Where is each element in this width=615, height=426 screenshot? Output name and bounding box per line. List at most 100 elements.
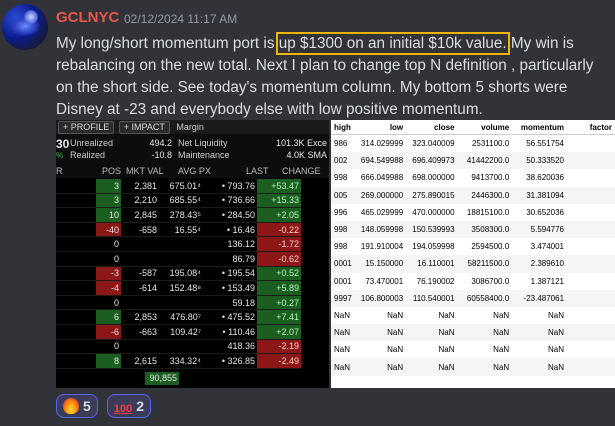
username[interactable]: GCLNYC (56, 9, 119, 26)
position-symbol-cell (56, 280, 96, 296)
dataframe-cell-volume: NaN (457, 358, 513, 376)
dataframe-row: NaN NaN NaN NaN NaN (331, 307, 615, 324)
position-last-cell: 86.79 (203, 251, 257, 267)
dataframe-cell-close: NaN (438, 345, 455, 355)
col-header-change: CHANGE (282, 166, 321, 176)
dataframe-cell-low: 314.029999 (360, 139, 404, 149)
position-avg-px-cell (159, 236, 203, 252)
position-row: 0 136.12 -1.72 (56, 236, 301, 252)
dataframe-row: 005 269.000000 275.890015 2446300.0 31.38109… (331, 186, 615, 204)
dataframe-cell-high: 0001 (331, 255, 355, 273)
dataframe-cell-momentum: 38.620036 (526, 173, 565, 183)
position-change-cell: +2.05 (257, 207, 301, 223)
reaction-hundred[interactable]: 100 2 (106, 394, 152, 418)
position-change-cell: +0.52 (257, 266, 301, 282)
position-avg-px-cell: 334.32⁴ (159, 353, 203, 369)
dataframe-cell-low: 666.049988 (360, 173, 404, 183)
dataframe-cell-low: 106.800003 (354, 289, 407, 307)
unrealized-value: 494.2 (149, 138, 172, 148)
position-last-cell: 136.12 (203, 236, 257, 252)
maintenance-label: Maintenance (178, 150, 230, 160)
dataframe-row: 0001 73.470001 76.190002 3086700.0 1.387121 (331, 273, 615, 290)
dataframe-cell-factor (567, 341, 615, 358)
hundred-points-icon: 100 (113, 403, 133, 416)
position-symbol-cell (56, 236, 96, 252)
dataframe-cell-high: NaN (331, 324, 355, 342)
position-last-cell: • 16.46 (203, 222, 257, 238)
df-header-volume: volume (457, 120, 513, 135)
realized-label: Realized (70, 150, 106, 160)
position-qty-cell: 3 (96, 193, 121, 209)
dataframe-cell-volume: 58211500.0 (457, 255, 513, 273)
dataframe-cell-high: 998 (334, 173, 348, 183)
position-avg-px-cell (159, 339, 203, 355)
dataframe-row: 996 465.029999 470.000000 18815100.0 30.6520… (331, 204, 615, 221)
position-avg-px-cell (159, 251, 203, 267)
dataframe-cell-momentum: -23.487061 (512, 289, 568, 307)
dataframe-row: NaN NaN NaN NaN NaN (331, 358, 615, 376)
position-qty-cell: -3 (96, 266, 121, 282)
dataframe-cell-factor (567, 255, 615, 273)
dataframe-cell-factor (567, 135, 615, 153)
position-avg-px-cell: 109.42⁷ (159, 324, 203, 340)
position-row: -40 -658 16.55⁴ • 16.46 -0.22 (56, 222, 301, 238)
position-symbol-cell (56, 179, 96, 194)
hundred-count: 2 (136, 398, 145, 414)
position-symbol-cell (56, 324, 96, 340)
position-qty-cell: -40 (96, 222, 121, 238)
dataframe-cell-volume: 2531100.0 (471, 139, 510, 149)
position-mkt-val-cell: 2,210 (121, 193, 159, 209)
position-symbol-cell (56, 266, 96, 282)
broker-positions-image[interactable]: + PROFILE + IMPACT Margin 30 % Unrealize… (56, 120, 329, 388)
position-change-cell: +0.27 (257, 295, 301, 311)
dataframe-cell-close: 275.890015 (406, 186, 458, 204)
dataframe-cell-volume: 9413700.0 (471, 173, 510, 183)
dataframe-cell-momentum: 5.594776 (512, 220, 568, 239)
dataframe-row: 002 694.549988 696.409973 41442200.0 50.3335… (331, 152, 615, 170)
dataframe-cell-factor (567, 273, 615, 290)
col-header-r: R (56, 166, 63, 176)
dataframe-cell-high: 998 (334, 242, 348, 252)
user-avatar[interactable] (2, 4, 48, 50)
dataframe-cell-factor (567, 169, 615, 186)
dataframe-cell-close: 194.059998 (412, 242, 455, 252)
position-last-cell: • 284.50 (203, 207, 257, 223)
position-row: 10 2,845 278.43⁵ • 284.50 +2.05 (56, 207, 301, 223)
position-symbol-cell (56, 339, 96, 355)
position-avg-px-cell: 476.80⁷ (159, 309, 203, 325)
momentum-dataframe: high low close volume momentum factor 98… (331, 120, 615, 376)
dataframe-cell-momentum: 30.652036 (526, 207, 565, 217)
positions-table: 3 2,381 675.01⁴ • 793.76 +53.47 3 2,210 685.55⁴… (56, 179, 301, 369)
dataframe-cell-high: 998 (331, 220, 355, 239)
dataframe-row: 998 148.059998 150.539993 3508300.0 5.594776 (331, 220, 615, 239)
message-timestamp[interactable]: 02/12/2024 11:17 AM (124, 12, 237, 26)
reaction-fire[interactable]: 5 (56, 394, 98, 418)
dataframe-cell-high: 996 (334, 207, 348, 217)
position-symbol-cell (56, 251, 96, 267)
position-last-cell: • 475.52 (203, 309, 257, 325)
position-qty-cell: -4 (96, 280, 121, 296)
position-row: 0 86.79 -0.62 (56, 251, 301, 267)
dataframe-cell-low: 15.150000 (354, 255, 407, 273)
dataframe-header-row: high low close volume momentum factor (331, 120, 615, 135)
unrealized-label: Unrealized (70, 138, 114, 148)
dataframe-cell-low: 148.059998 (354, 220, 407, 239)
dataframe-cell-close: 323.040009 (412, 139, 455, 149)
position-row: 8 2,615 334.32⁴ • 326.85 -2.49 (56, 353, 301, 369)
margin-tab: Margin (176, 122, 204, 132)
df-header-close: close (406, 120, 458, 135)
dataframe-cell-low: NaN (387, 345, 404, 355)
position-symbol-cell (56, 193, 96, 209)
position-qty-cell: 6 (96, 309, 121, 325)
dataframe-cell-momentum: 31.381094 (512, 186, 568, 204)
dataframe-cell-factor (567, 358, 615, 376)
position-mkt-val-cell: 2,845 (121, 207, 159, 223)
dataframe-row: 9997 106.800003 110.540001 60558400.0 -23.48… (331, 289, 615, 307)
dataframe-cell-factor (567, 238, 615, 255)
momentum-dataframe-image[interactable]: high low close volume momentum factor 98… (331, 120, 615, 388)
message-text: My long/short momentum port is up $1300 … (56, 32, 604, 121)
dataframe-cell-close: 150.539993 (406, 220, 458, 239)
position-qty-cell: 0 (96, 236, 121, 252)
net-liquidity-number: 101.3K (275, 138, 305, 148)
dataframe-cell-low: NaN (354, 358, 407, 376)
